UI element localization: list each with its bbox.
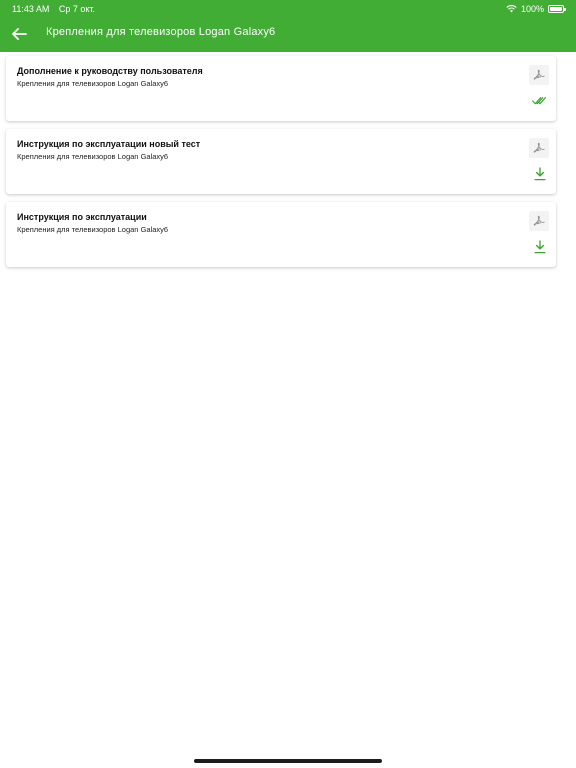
document-title: Инструкция по эксплуатации новый тест xyxy=(17,139,201,149)
page-title: Крепления для телевизоров Logan Galaxy6 xyxy=(46,26,276,38)
documents-list: Дополнение к руководству пользователя Кр… xyxy=(6,56,556,275)
document-subtitle: Крепления для телевизоров Logan Galaxy6 xyxy=(17,79,169,88)
navigation-bar: Крепления для телевизоров Logan Galaxy6 xyxy=(0,20,576,48)
document-card[interactable]: Инструкция по эксплуатации новый тест Кр… xyxy=(6,129,556,194)
app-header: 11:43 AM Ср 7 окт. 100% Крепления для те… xyxy=(0,0,576,52)
document-title: Инструкция по эксплуатации xyxy=(17,212,147,222)
battery-percent: 100% xyxy=(520,4,544,14)
document-title: Дополнение к руководству пользователя xyxy=(17,66,203,76)
home-indicator[interactable] xyxy=(194,759,382,763)
downloaded-check-icon[interactable] xyxy=(530,93,550,109)
download-icon[interactable] xyxy=(530,166,550,182)
back-arrow-icon[interactable] xyxy=(10,24,30,44)
pdf-icon xyxy=(529,65,549,85)
download-icon[interactable] xyxy=(530,239,550,255)
wifi-icon xyxy=(506,5,517,13)
document-card[interactable]: Инструкция по эксплуатации Крепления для… xyxy=(6,202,556,267)
document-subtitle: Крепления для телевизоров Logan Galaxy6 xyxy=(17,152,169,161)
status-date: Ср 7 окт. xyxy=(58,4,96,14)
status-bar: 11:43 AM Ср 7 окт. 100% xyxy=(0,0,576,16)
document-card[interactable]: Дополнение к руководству пользователя Кр… xyxy=(6,56,556,121)
pdf-icon xyxy=(529,211,549,231)
battery-icon xyxy=(548,5,566,13)
pdf-icon xyxy=(529,138,549,158)
status-time: 11:43 AM xyxy=(12,4,50,14)
document-subtitle: Крепления для телевизоров Logan Galaxy6 xyxy=(17,225,169,234)
